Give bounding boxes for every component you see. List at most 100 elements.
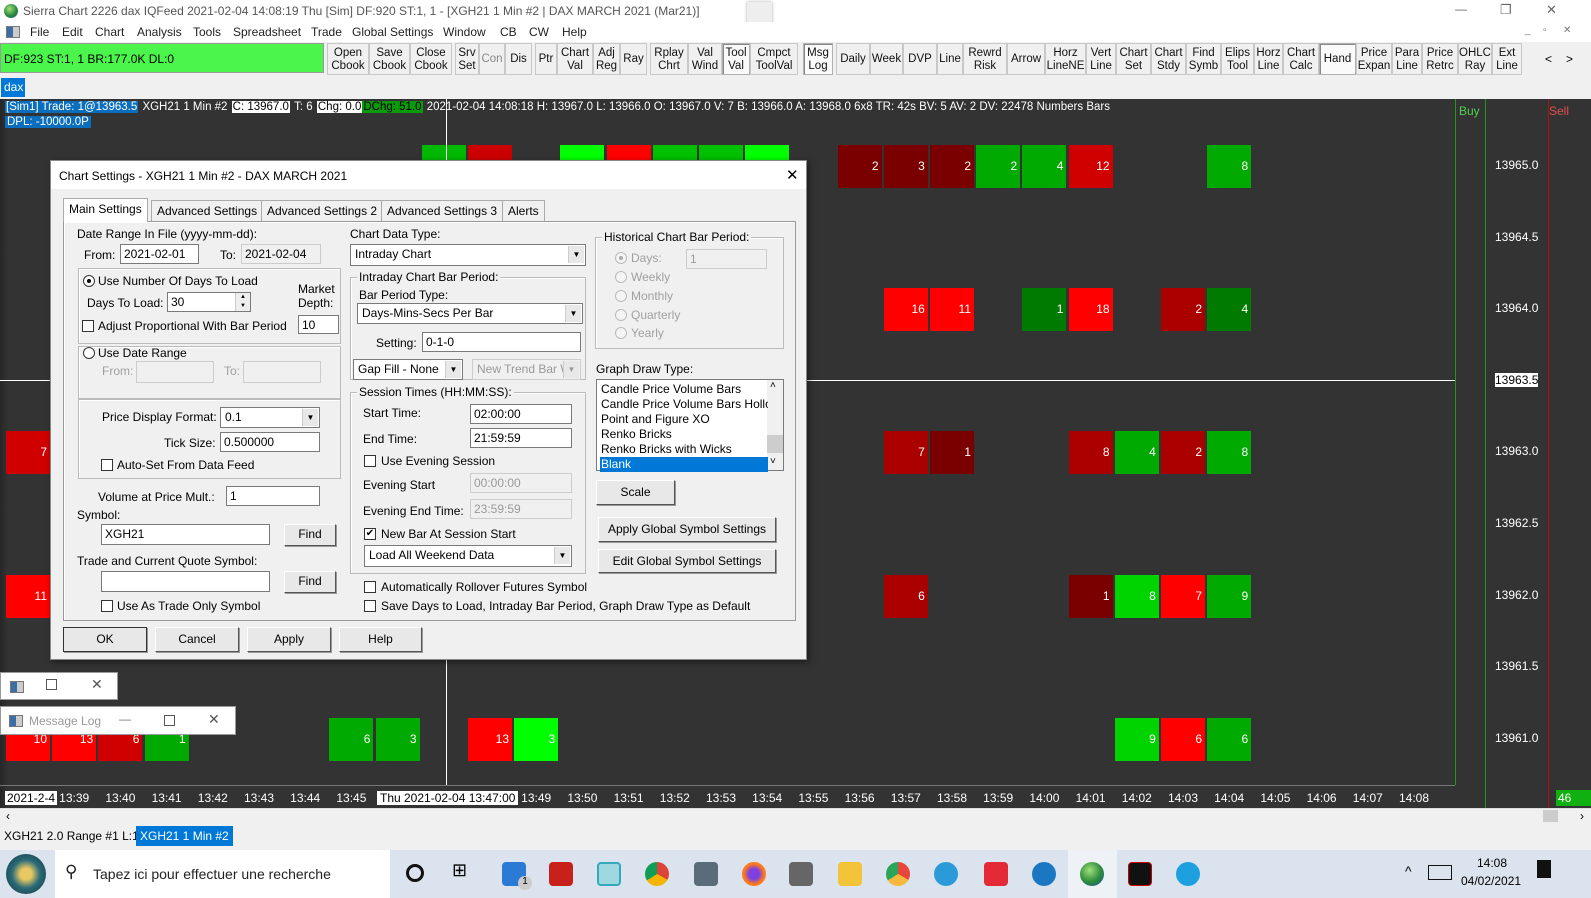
new-trend-bar-select[interactable]: New Trend Bar W ▼ [472,359,581,380]
vap-mult-field[interactable]: 1 [226,486,320,506]
dialog-close-button[interactable]: ✕ [786,166,799,184]
horizontal-scrollbar[interactable]: ‹ › [0,808,1591,823]
close-icon[interactable]: ✕ [208,711,220,728]
new-bar-checkbox[interactable]: ✔ [364,528,376,540]
scroll-left-arrow[interactable]: ‹ [6,809,10,823]
toolbar-button-cmpct-toolval[interactable]: Cmpct ToolVal [750,43,798,75]
auto-set-checkbox[interactable] [101,459,113,471]
paint-icon[interactable] [789,862,813,886]
acrobat-icon[interactable] [549,862,573,886]
hist-weekly-radio[interactable] [615,271,627,283]
scroll-thumb[interactable] [1543,810,1558,822]
chrome-canary-icon[interactable] [886,862,910,886]
tab-advanced-settings[interactable]: Advanced Settings [151,200,264,221]
edge-icon[interactable] [1032,862,1056,886]
edit-global-symbol-settings-button[interactable]: Edit Global Symbol Settings [598,549,776,573]
mdi-restore-button[interactable]: ▫ [1543,25,1547,36]
ok-button[interactable]: OK [63,627,147,652]
scroll-up-icon[interactable]: ˄ [770,380,776,391]
skype-icon[interactable] [1176,862,1200,886]
toolbar-button-price-expan[interactable]: Price Expan [1356,43,1392,75]
apply-global-symbol-settings-button[interactable]: Apply Global Symbol Settings [598,517,776,542]
graph-draw-type-list[interactable]: ˄ ˅ Candle Price Volume Bars Candle Price… [596,379,784,472]
calculator-icon[interactable] [694,862,718,886]
graph-draw-type-option[interactable]: Blank [600,457,768,472]
file-explorer-icon[interactable] [838,862,862,886]
menu-analysis[interactable]: Analysis [137,25,182,39]
scroll-down-icon[interactable]: ˅ [770,456,776,467]
menu-trade[interactable]: Trade [311,25,342,39]
range-from-field[interactable] [136,361,214,383]
toolbar-button-chart-stdy[interactable]: Chart Stdy [1151,43,1186,75]
chrome-icon[interactable] [645,862,669,886]
toolbar-button-horz-line[interactable]: Horz Line [1254,43,1283,75]
toolbar-button-arrow[interactable]: Arrow [1007,43,1045,75]
price-display-format-select[interactable]: 0.1 ▼ [220,407,320,428]
tab-alerts[interactable]: Alerts [502,200,545,221]
rollover-checkbox[interactable] [364,581,376,593]
menu-cb[interactable]: CB [500,25,517,39]
toolbar-button-chart-set[interactable]: Chart Set [1116,43,1151,75]
mdi-close-button[interactable]: ✕ [1563,25,1571,36]
to-date-field[interactable]: 2021-02-04 [241,244,321,264]
maximize-icon[interactable] [164,715,175,726]
graph-draw-type-option[interactable]: Point and Figure XO [600,412,768,427]
minimize-icon[interactable]: — [119,712,131,726]
graph-draw-type-option[interactable]: Candle Price Volume Bars Hollow [600,397,768,412]
use-days-radio[interactable] [83,275,95,287]
toolbar-button-price-retrc[interactable]: Price Retrc [1422,43,1458,75]
list-scrollbar[interactable]: ˄ ˅ [767,380,783,470]
bar-period-type-select[interactable]: Days-Mins-Secs Per Bar ▼ [357,303,583,324]
toolbar-button-week[interactable]: Week [870,43,903,75]
tick-size-field[interactable]: 0.500000 [220,432,320,452]
toolbar-button-daily[interactable]: Daily [836,43,870,75]
toolbar-button-line[interactable]: Line [937,43,963,75]
toolbar-button-horz-linene[interactable]: Horz LineNE [1045,43,1086,75]
symbol-field[interactable]: XGH21 [101,524,270,545]
hist-days-field[interactable]: 1 [686,249,767,269]
notifications-icon[interactable] [1537,860,1551,878]
toolbar-button-val-wind[interactable]: Val Wind [688,43,722,75]
toolbar-button-msg-log[interactable]: Msg Log [803,43,833,75]
toolbar-button-save-cbook[interactable]: Save Cbook [369,43,410,75]
toolbar-button-elips-tool[interactable]: Elips Tool [1221,43,1254,75]
weekend-data-select[interactable]: Load All Weekend Data ▼ [364,545,572,567]
graph-draw-type-option[interactable]: Candle Price Volume Bars [600,382,768,397]
menu-tools[interactable]: Tools [193,25,221,39]
toolbar-button-tool-val[interactable]: Tool Val [722,43,750,75]
maximize-icon[interactable] [46,679,57,690]
hist-days-radio[interactable] [615,252,627,264]
scroll-right-arrow[interactable]: › [1580,809,1584,823]
toolbar-button-chart-val[interactable]: Chart Val [557,43,593,75]
toolbar-button-dvp[interactable]: DVP [903,43,937,75]
firefox-icon[interactable] [742,862,766,886]
buy-label[interactable]: Buy [1459,104,1480,118]
menu-window[interactable]: Window [443,25,486,39]
toolbar-scroll-right[interactable]: > [1566,52,1573,66]
start-button[interactable] [6,854,46,894]
message-log-window[interactable]: Message Log — ✕ [0,706,236,735]
toolbar-button-ray[interactable]: Ray [620,43,647,75]
toolbar-button-ext-line[interactable]: Ext Line [1492,43,1522,75]
tab-advanced-settings-2[interactable]: Advanced Settings 2 [261,200,384,221]
list-scroll-thumb[interactable] [767,435,783,453]
chart-tab-1min[interactable]: XGH21 1 Min #2 [136,826,233,846]
from-date-field[interactable]: 2021-02-01 [120,244,199,264]
search-box[interactable]: ⚲ Tapez ici pour effectuer une recherche [55,850,390,898]
menu-file[interactable]: File [30,25,49,39]
toolbar-button-adj-reg[interactable]: Adj Reg [593,43,620,75]
edge-beta-icon[interactable] [934,862,958,886]
system-menu-icon[interactable] [6,26,20,38]
show-hidden-icons[interactable]: ^ [1405,863,1412,879]
evening-end-field[interactable]: 23:59:59 [470,499,572,519]
start-time-field[interactable]: 02:00:00 [470,404,572,424]
restore-button[interactable]: ❐ [1500,2,1512,18]
hist-quarterly-radio[interactable] [615,309,627,321]
toolbar-button-ohlc-ray[interactable]: OHLC Ray [1458,43,1492,75]
menu-edit[interactable]: Edit [62,25,83,39]
cortana-icon[interactable] [406,864,424,882]
menu-chart[interactable]: Chart [95,25,124,39]
trade-symbol-field[interactable] [101,571,270,592]
toolbar-button-rewrd-risk[interactable]: Rewrd Risk [963,43,1007,75]
toolbar-button-open-cbook[interactable]: Open Cbook [327,43,369,75]
